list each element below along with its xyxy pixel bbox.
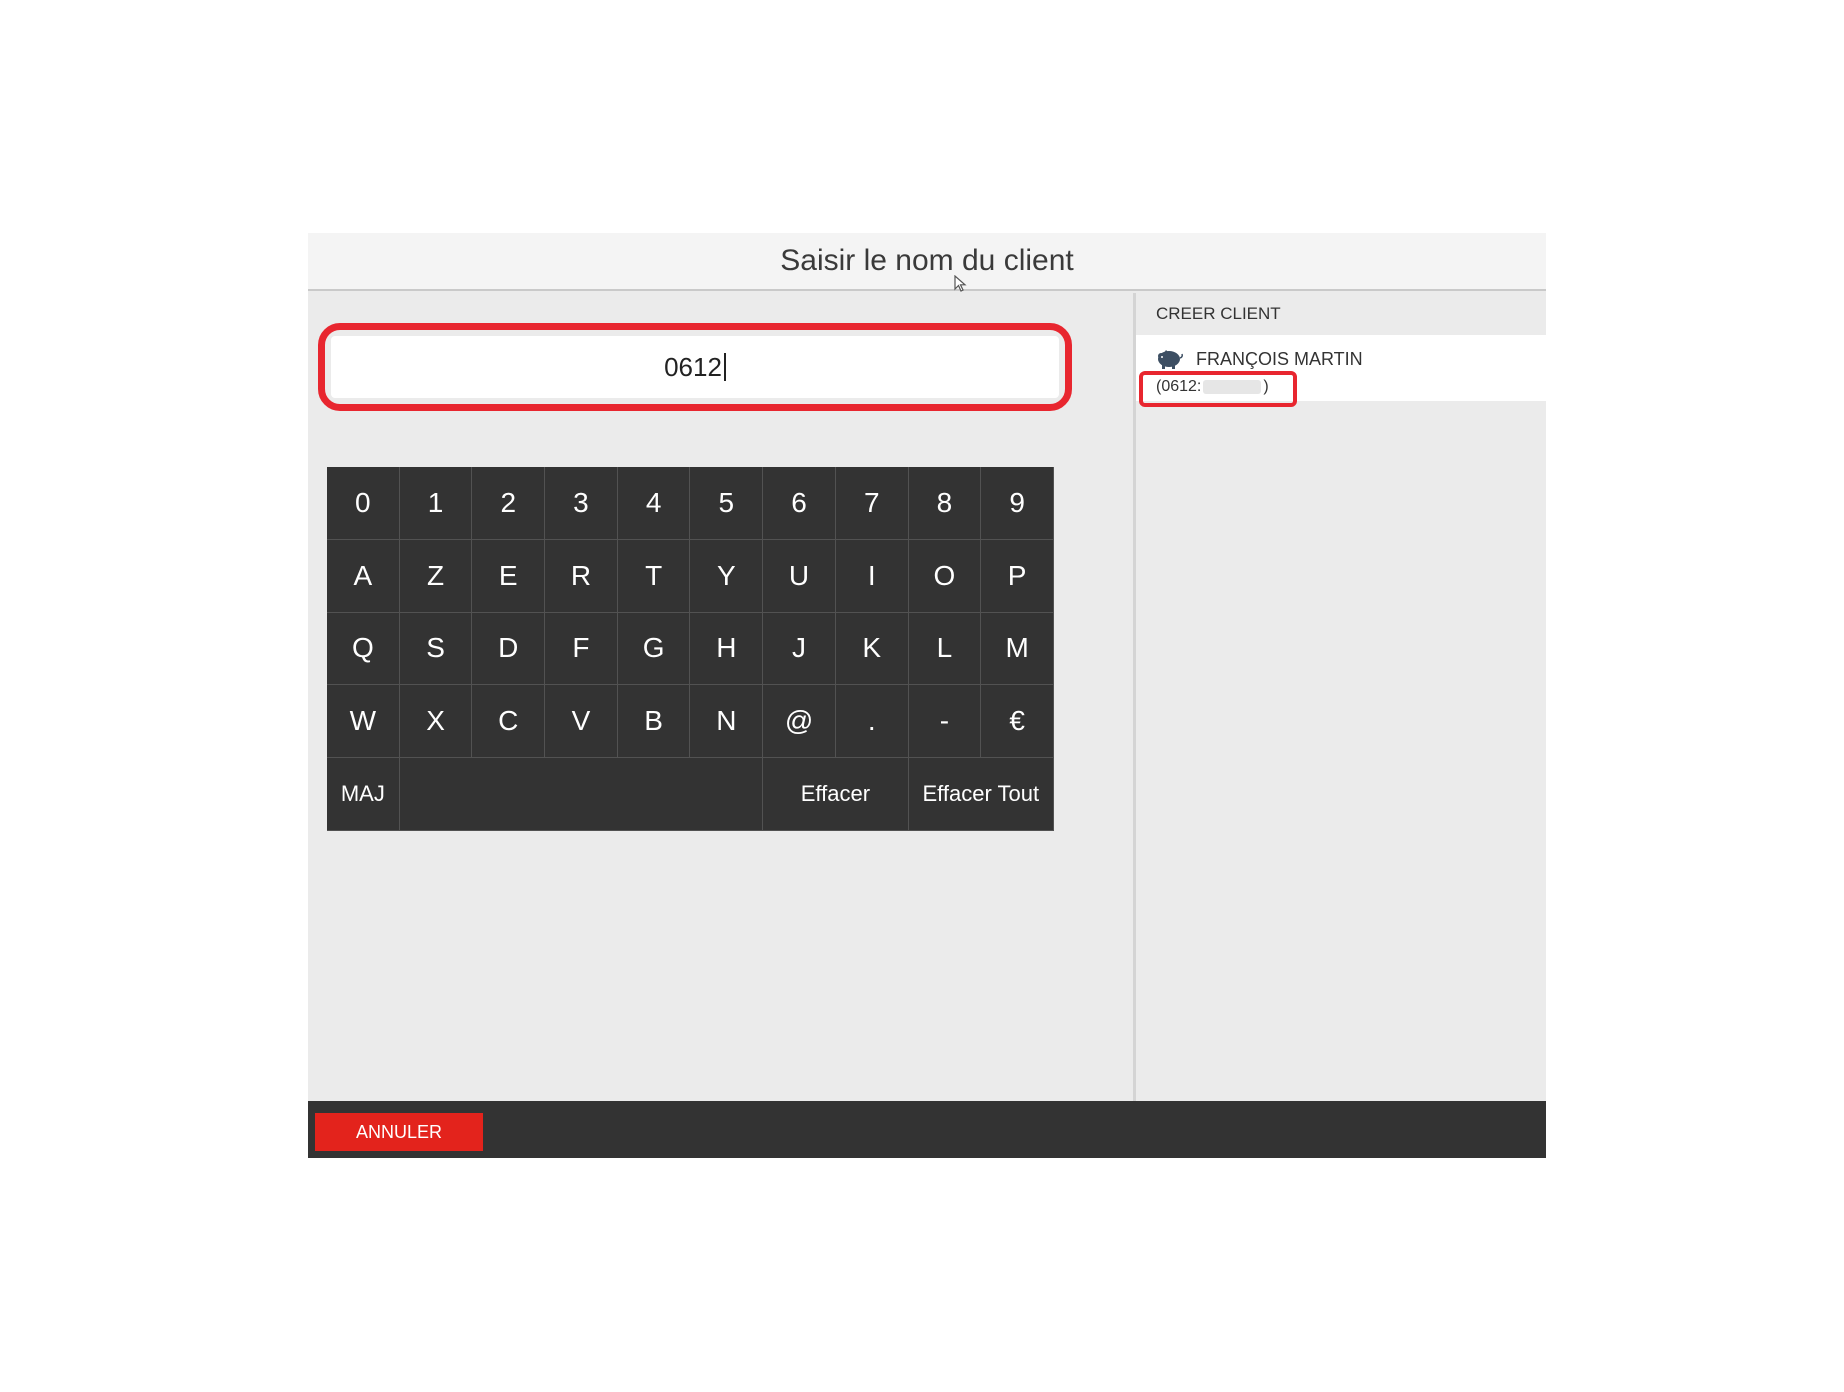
input-pane: 0612 0 1 2 3 4 5 6 7 8 9 A Z E R T Y U I…	[308, 293, 1133, 1101]
dialog-footer: ANNULER	[308, 1101, 1546, 1158]
key-8[interactable]: 8	[908, 467, 982, 540]
dialog-title: Saisir le nom du client	[780, 244, 1074, 277]
key-6[interactable]: 6	[763, 467, 836, 540]
client-search-dialog: Saisir le nom du client 0612 0 1 2 3 4 5…	[308, 233, 1546, 1158]
key-w[interactable]: W	[327, 685, 400, 759]
key-n[interactable]: N	[690, 685, 764, 759]
key-at[interactable]: @	[763, 685, 836, 759]
client-phone-suffix: )	[1263, 378, 1269, 395]
mouse-cursor-icon	[954, 275, 967, 292]
key-m[interactable]: M	[981, 612, 1054, 686]
virtual-keyboard: 0 1 2 3 4 5 6 7 8 9 A Z E R T Y U I O P …	[327, 467, 1054, 831]
key-dot[interactable]: .	[835, 685, 909, 759]
space-key[interactable]	[399, 758, 764, 831]
key-l[interactable]: L	[908, 612, 982, 686]
search-input[interactable]: 0612	[331, 336, 1059, 398]
key-9[interactable]: 9	[981, 467, 1054, 540]
delete-key[interactable]: Effacer	[763, 758, 909, 831]
key-t[interactable]: T	[617, 539, 691, 613]
key-2[interactable]: 2	[472, 467, 546, 540]
key-p[interactable]: P	[981, 539, 1054, 613]
key-g[interactable]: G	[617, 612, 691, 686]
key-a[interactable]: A	[327, 539, 400, 613]
text-caret	[723, 353, 726, 381]
key-4[interactable]: 4	[617, 467, 691, 540]
key-euro[interactable]: €	[981, 685, 1054, 759]
key-h[interactable]: H	[690, 612, 764, 686]
key-e[interactable]: E	[472, 539, 546, 613]
key-5[interactable]: 5	[690, 467, 764, 540]
key-1[interactable]: 1	[399, 467, 473, 540]
key-r[interactable]: R	[545, 539, 618, 613]
key-k[interactable]: K	[835, 612, 909, 686]
key-0[interactable]: 0	[327, 467, 400, 540]
client-result-item[interactable]: FRANÇOIS MARTIN (0612:)	[1136, 335, 1546, 407]
key-z[interactable]: Z	[399, 539, 473, 613]
key-o[interactable]: O	[908, 539, 982, 613]
client-phone-prefix: (0612:	[1156, 378, 1202, 395]
key-7[interactable]: 7	[835, 467, 909, 540]
client-phone: (0612:)	[1156, 378, 1269, 396]
create-client-button[interactable]: CREER CLIENT	[1136, 293, 1546, 335]
search-input-value: 0612	[664, 351, 722, 382]
key-f[interactable]: F	[545, 612, 618, 686]
key-b[interactable]: B	[617, 685, 691, 759]
phone-redacted-blur	[1203, 379, 1262, 394]
client-name: FRANÇOIS MARTIN	[1196, 349, 1363, 369]
piggy-bank-icon	[1158, 350, 1183, 369]
key-dash[interactable]: -	[908, 685, 982, 759]
client-results-pane: CREER CLIENT FRANÇOIS MARTIN (0612:)	[1136, 293, 1546, 1101]
key-c[interactable]: C	[472, 685, 546, 759]
dialog-header: Saisir le nom du client	[308, 233, 1546, 292]
key-y[interactable]: Y	[690, 539, 764, 613]
key-d[interactable]: D	[472, 612, 546, 686]
key-u[interactable]: U	[763, 539, 836, 613]
key-x[interactable]: X	[399, 685, 473, 759]
key-v[interactable]: V	[545, 685, 618, 759]
key-i[interactable]: I	[835, 539, 909, 613]
key-q[interactable]: Q	[327, 612, 400, 686]
key-s[interactable]: S	[399, 612, 473, 686]
shift-key[interactable]: MAJ	[327, 758, 400, 831]
cancel-button[interactable]: ANNULER	[315, 1113, 483, 1151]
clear-all-key[interactable]: Effacer Tout	[908, 758, 1054, 831]
key-3[interactable]: 3	[545, 467, 618, 540]
key-j[interactable]: J	[763, 612, 836, 686]
